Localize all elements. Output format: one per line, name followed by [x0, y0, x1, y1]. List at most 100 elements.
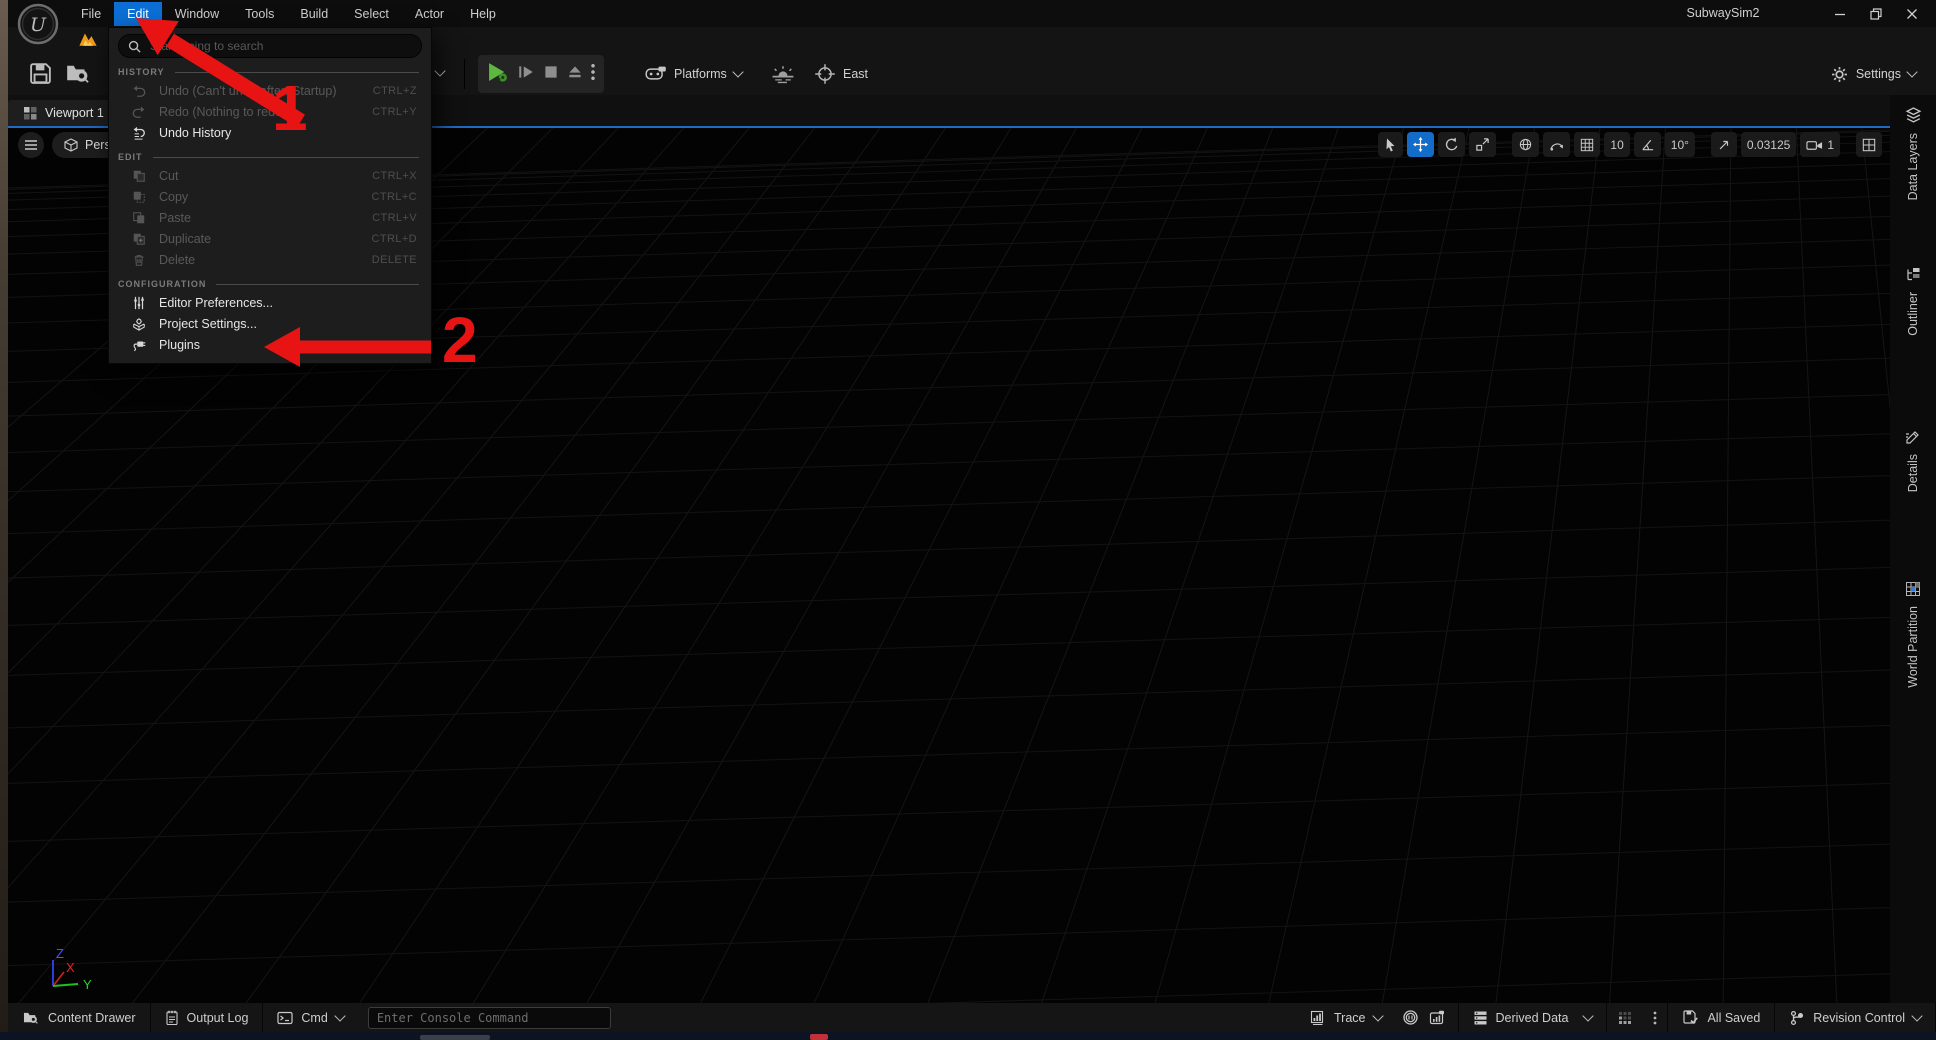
revision-control-dropdown[interactable]: Revision Control [1775, 1003, 1936, 1032]
perspective-cube-icon [64, 138, 78, 152]
console-command-input[interactable] [368, 1007, 611, 1029]
profiler-snapshot-icon [1429, 1010, 1446, 1026]
grid-snap-toggle-button[interactable] [1574, 132, 1600, 157]
status-bar: Content Drawer Output Log Cmd [8, 1003, 1936, 1032]
menu-item-project-settings[interactable]: Project Settings... [109, 313, 431, 334]
details-icon [1905, 429, 1921, 445]
taskbar-red-icon [810, 1034, 828, 1040]
tab-details[interactable]: Details [1890, 429, 1936, 492]
menu-actor[interactable]: Actor [402, 2, 457, 26]
play-controls-group [478, 55, 604, 93]
axis-x-label: X [66, 960, 75, 975]
menu-window[interactable]: Window [162, 2, 232, 26]
stop-button[interactable] [542, 63, 560, 86]
cmd-dropdown[interactable]: Cmd [263, 1003, 357, 1032]
taskbar-item [420, 1035, 490, 1040]
menu-item-undo-history[interactable]: Undo History [109, 122, 431, 143]
editor-preferences-icon [131, 296, 147, 310]
trace-icon [1310, 1010, 1326, 1025]
toolbar-dropdown-chevron-icon[interactable] [434, 65, 445, 76]
section-header-configuration: CONFIGURATION [118, 276, 419, 292]
play-options-ellipsis-icon[interactable] [590, 62, 596, 87]
menu-select[interactable]: Select [341, 2, 402, 26]
grid-snap-value[interactable]: 10 [1604, 132, 1629, 157]
viewport-toolbar: 10 10° 0.03125 [1378, 132, 1882, 157]
cmd-chevron-icon [334, 1010, 345, 1021]
camera-mode-label: Pers [85, 138, 111, 152]
menu-edit[interactable]: Edit [114, 2, 162, 26]
camera-speed-button[interactable]: 1 [1800, 132, 1840, 157]
title-bar: U File Edit Window Tools Build Select Ac… [8, 0, 1936, 27]
all-saved-button[interactable]: All Saved [1668, 1003, 1775, 1032]
menu-item-undo: Undo (Can't undo after: Startup) CTRL+Z [109, 80, 431, 101]
world-partition-icon [1905, 581, 1921, 597]
save-all-button[interactable] [24, 57, 56, 89]
tab-world-partition[interactable]: World Partition [1890, 581, 1936, 688]
derived-data-icon [1473, 1010, 1488, 1026]
eject-button[interactable] [566, 63, 584, 86]
edit-menu-dropdown: HISTORY Undo (Can't undo after: Startup)… [108, 27, 432, 364]
menu-file[interactable]: File [68, 2, 114, 26]
unreal-editor-screen: U File Edit Window Tools Build Select Ac… [0, 0, 1936, 1040]
insights-button[interactable] [1396, 1003, 1425, 1032]
more-options-ellipsis[interactable] [1643, 1003, 1668, 1032]
tab-viewport-1[interactable]: Viewport 1 [8, 100, 120, 126]
rotation-snap-value[interactable]: 10° [1665, 132, 1695, 157]
menu-search-box[interactable] [118, 34, 422, 58]
environment-light-button[interactable] [770, 55, 796, 93]
play-button[interactable] [486, 61, 510, 88]
unreal-engine-logo-icon[interactable]: U [16, 2, 60, 51]
rotation-snap-toggle-button[interactable] [1634, 132, 1661, 157]
viewport-tab-label: Viewport 1 [45, 106, 104, 120]
flame-warning-icon[interactable] [78, 31, 98, 52]
trace-dropdown[interactable]: Trace [1296, 1003, 1396, 1032]
ellipsis-vertical-icon [1653, 1010, 1657, 1026]
scale-tool-button[interactable] [1469, 132, 1496, 157]
platforms-dropdown[interactable]: Platforms [645, 55, 742, 93]
snap-actors-button[interactable] [1543, 132, 1570, 157]
world-space-toggle-button[interactable] [1512, 132, 1539, 157]
menu-item-editor-preferences[interactable]: Editor Preferences... [109, 292, 431, 313]
menu-build[interactable]: Build [287, 2, 341, 26]
move-tool-button[interactable] [1407, 132, 1434, 157]
save-status-icon [1682, 1009, 1699, 1026]
select-tool-button[interactable] [1378, 132, 1403, 157]
menu-item-delete: Delete DELETE [109, 249, 431, 270]
menu-help[interactable]: Help [457, 2, 509, 26]
browse-content-button[interactable] [62, 57, 94, 89]
outliner-icon [1905, 267, 1921, 283]
derived-data-dropdown[interactable]: Derived Data [1459, 1003, 1608, 1032]
tab-outliner[interactable]: Outliner [1890, 267, 1936, 336]
rotate-tool-button[interactable] [1438, 132, 1465, 157]
axis-z-label: Z [56, 946, 64, 961]
close-button[interactable] [1894, 0, 1930, 27]
content-drawer-button[interactable]: Content Drawer [8, 1003, 151, 1032]
undo-icon [131, 84, 147, 98]
compass-heading-label: East [843, 67, 868, 81]
revision-control-chevron-icon [1911, 1010, 1922, 1021]
menu-search-input[interactable] [148, 38, 412, 54]
scale-snap-toggle-button[interactable] [1711, 132, 1737, 157]
resource-grid-icon [1617, 1010, 1633, 1026]
tab-data-layers[interactable]: Data Layers [1890, 107, 1936, 200]
maximize-viewport-button[interactable] [1856, 132, 1882, 157]
platforms-label: Platforms [674, 67, 727, 81]
ddc-grid-button[interactable] [1607, 1003, 1643, 1032]
compass-group[interactable]: East [814, 55, 868, 93]
output-log-button[interactable]: Output Log [151, 1003, 264, 1032]
scale-snap-value[interactable]: 0.03125 [1741, 132, 1796, 157]
viewport-options-button[interactable] [18, 132, 44, 158]
snapshot-button[interactable] [1425, 1003, 1459, 1032]
settings-dropdown[interactable]: Settings [1830, 55, 1916, 93]
frame-skip-button[interactable] [516, 63, 536, 86]
desktop-background-sliver [0, 0, 8, 1040]
profiler-pause-icon [1402, 1009, 1419, 1026]
axis-gizmo: Z X Y [26, 928, 106, 999]
redo-icon [131, 105, 147, 119]
menu-item-plugins[interactable]: Plugins [109, 334, 431, 355]
restore-button[interactable] [1858, 0, 1894, 27]
menu-tools[interactable]: Tools [232, 2, 287, 26]
minimize-button[interactable] [1822, 0, 1858, 27]
search-icon [128, 40, 141, 53]
output-log-icon [165, 1010, 179, 1026]
